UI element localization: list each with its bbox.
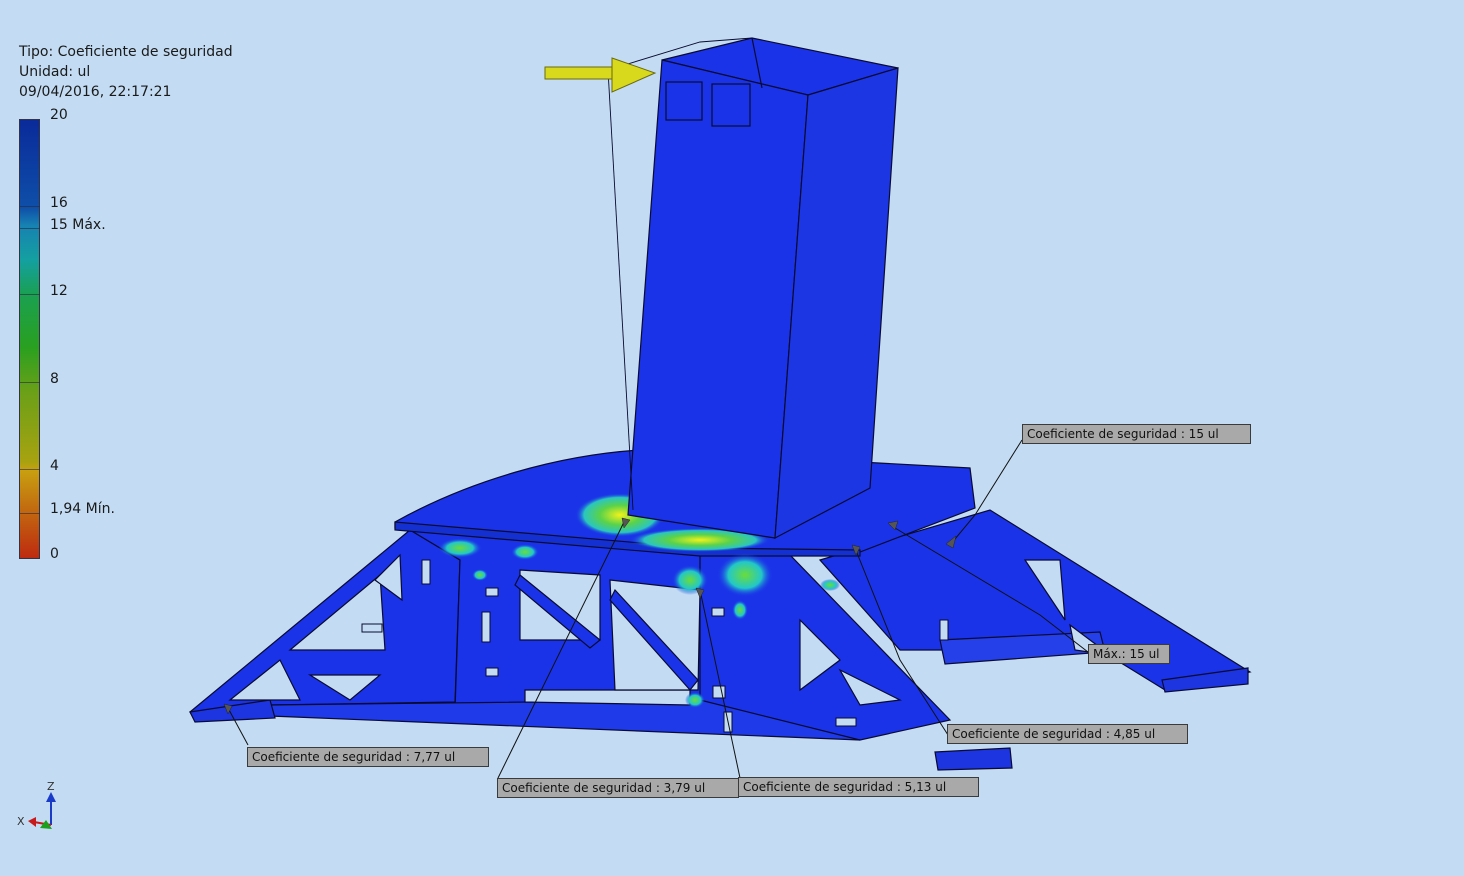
probe-max-label[interactable]: Máx.: 15 ul: [1088, 644, 1170, 664]
legend-tick-line: [20, 513, 40, 514]
legend-tick-line: [20, 228, 40, 229]
legend-tick-label: 4: [50, 458, 59, 474]
column-box: [607, 37, 899, 540]
timestamp-label: 09/04/2016, 22:17:21: [19, 84, 172, 100]
axis-triad-icon[interactable]: [14, 780, 64, 840]
probe-label[interactable]: Coeficiente de seguridad : 3,79 ul: [497, 778, 739, 798]
legend-tick-label: 20: [50, 107, 68, 123]
axis-z-label: Z: [47, 780, 55, 793]
legend-tick-line: [20, 382, 40, 383]
legend-tick-label: 1,94 Mín.: [50, 501, 115, 517]
color-legend-bar: [19, 119, 40, 559]
probe-label[interactable]: Coeficiente de seguridad : 5,13 ul: [738, 777, 979, 797]
legend-tick-label: 8: [50, 371, 59, 387]
legend-tick-label: 15 Máx.: [50, 217, 106, 233]
legend-tick-line: [20, 294, 40, 295]
load-arrow: [544, 57, 657, 93]
result-type-label: Tipo: Coeficiente de seguridad: [19, 44, 233, 60]
probe-label[interactable]: Coeficiente de seguridad : 7,77 ul: [247, 747, 489, 767]
legend-tick-label: 0: [50, 546, 59, 562]
unit-label: Unidad: ul: [19, 64, 91, 80]
probe-label[interactable]: Coeficiente de seguridad : 4,85 ul: [947, 724, 1188, 744]
analysis-viewport[interactable]: Tipo: Coeficiente de seguridad Unidad: u…: [0, 0, 1464, 876]
legend-tick-label: 12: [50, 283, 68, 299]
legend-tick-line: [20, 206, 40, 207]
legend-tick-line: [20, 469, 40, 470]
probe-label[interactable]: Coeficiente de seguridad : 15 ul: [1022, 424, 1251, 444]
legend-tick-label: 16: [50, 195, 68, 211]
axis-x-label: X: [17, 815, 25, 828]
